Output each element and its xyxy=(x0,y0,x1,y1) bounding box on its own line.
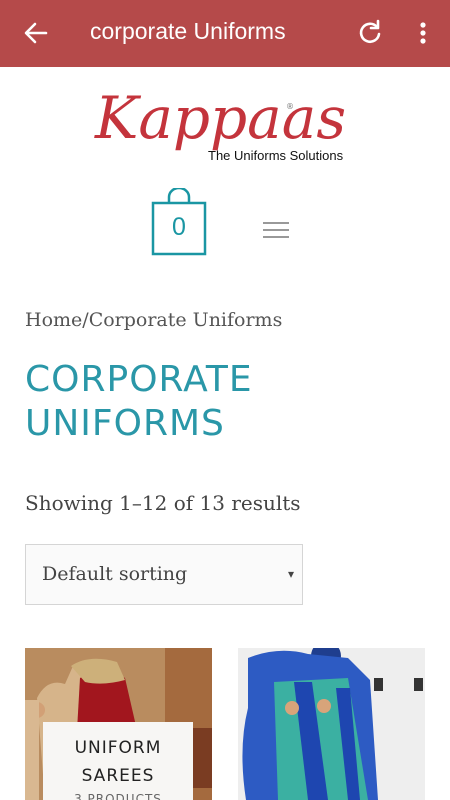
category-card-second[interactable] xyxy=(238,648,425,800)
logo-wordmark: Kappaas xyxy=(95,84,347,152)
kappaas-logo[interactable]: Kappaas ® The Uniforms Solutions xyxy=(95,82,346,174)
logo-tagline: The Uniforms Solutions xyxy=(208,148,344,163)
logo-registered-mark: ® xyxy=(286,102,294,111)
dropdown-arrow-icon: ▾ xyxy=(287,567,294,581)
cart-count: 0 xyxy=(172,213,186,241)
app-bar-title: corporate Uniforms xyxy=(90,18,286,44)
category-card-uniform-sarees[interactable]: UNIFORM SAREES 3 PRODUCTS xyxy=(25,648,212,800)
hamburger-menu-icon[interactable] xyxy=(263,220,289,240)
breadcrumb-current: Corporate Uniforms xyxy=(88,309,283,331)
category-product-count: 3 PRODUCTS xyxy=(74,792,162,800)
more-vert-icon[interactable] xyxy=(411,19,435,47)
back-arrow-icon[interactable] xyxy=(22,19,50,47)
sort-select[interactable]: Default sorting ▾ xyxy=(25,544,303,605)
category-image-blue-saree xyxy=(238,648,425,800)
category-label: UNIFORM SAREES 3 PRODUCTS xyxy=(43,722,193,800)
sort-selected-value: Default sorting xyxy=(42,563,188,585)
breadcrumb-home-link[interactable]: Home xyxy=(25,309,82,331)
result-count: Showing 1–12 of 13 results xyxy=(25,491,301,515)
cart-button[interactable]: 0 xyxy=(151,188,207,256)
app-bar: corporate Uniforms xyxy=(0,0,450,67)
refresh-icon[interactable] xyxy=(357,19,383,47)
page-title: CORPORATE UNIFORMS xyxy=(25,359,253,444)
category-name: UNIFORM SAREES xyxy=(74,738,162,786)
breadcrumb: Home/Corporate Uniforms xyxy=(25,309,282,331)
